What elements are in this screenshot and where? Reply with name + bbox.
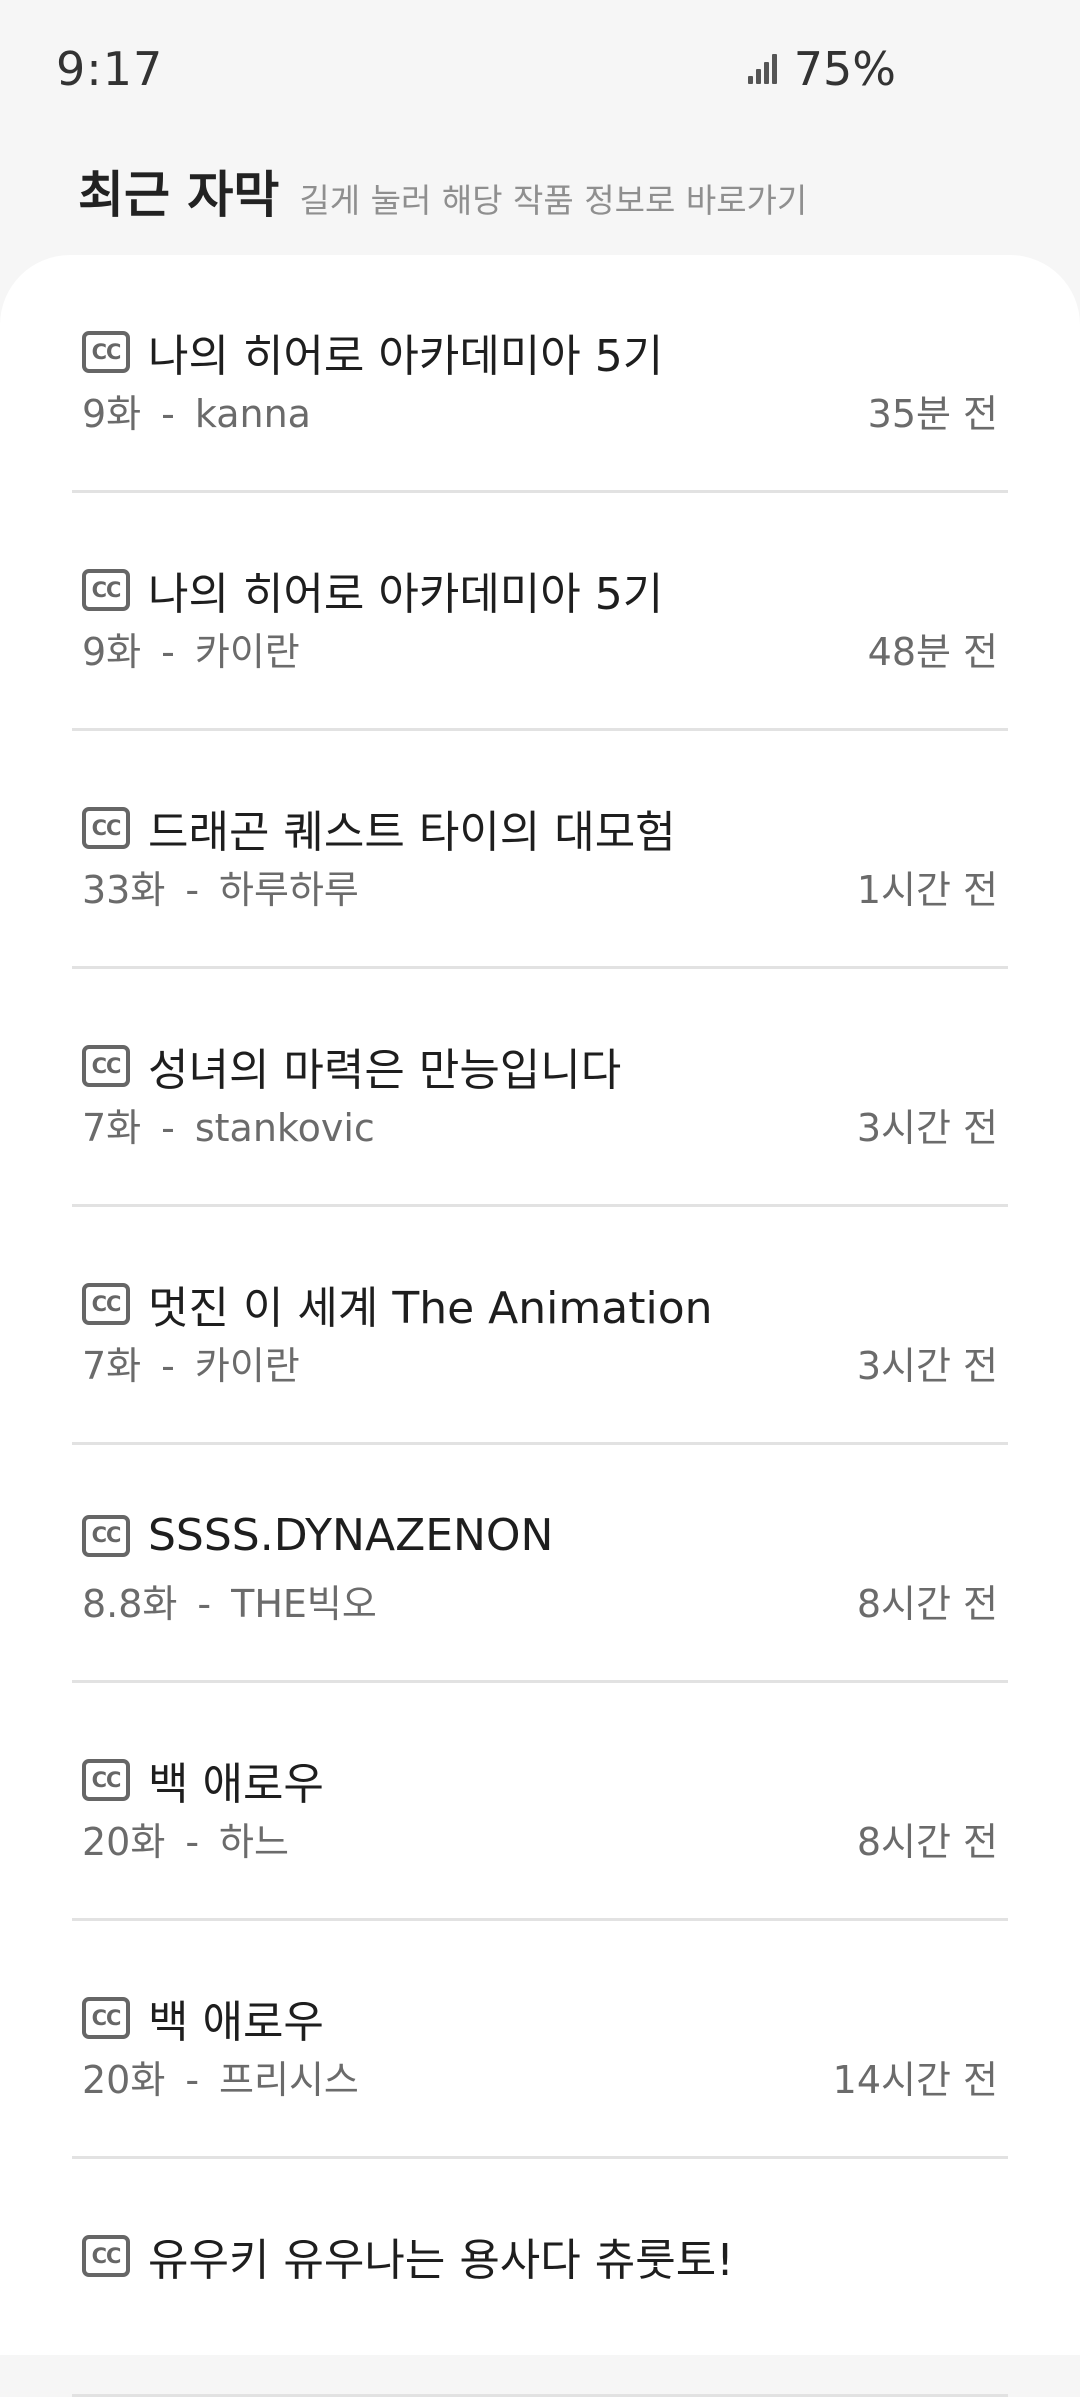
item-title: 멋진 이 세계 The Animation [148, 1283, 713, 1334]
item-title-row: CC 백 애로우 [82, 1748, 324, 1812]
item-title: 백 애로우 [148, 1997, 324, 2048]
item-author: THE빅오 [231, 1582, 377, 1626]
item-episode: 7화 [82, 1106, 142, 1150]
item-separator: - [185, 2058, 200, 2102]
item-separator: - [161, 1344, 175, 1388]
subtitle-list: CC 나의 히어로 아카데미아 5기 9화 - kanna 35분 전 CC 나의 … [72, 255, 1008, 2397]
item-title-row: CC 나의 히어로 아카데미아 5기 [82, 558, 663, 622]
cc-label: CC [91, 1291, 122, 1316]
cc-icon: CC [82, 1283, 130, 1325]
list-item[interactable]: CC 유우키 유우나는 용사다 츄룻토! [72, 2159, 1008, 2397]
item-meta: 9화 - 카이란 [82, 621, 300, 676]
cc-label: CC [91, 1523, 122, 1547]
item-time: 14시간 전 [832, 2058, 998, 2102]
subtitle-list-card: CC 나의 히어로 아카데미아 5기 9화 - kanna 35분 전 CC 나의 … [0, 255, 1080, 2397]
item-title: 성녀의 마력은 만능입니다 [148, 1045, 622, 1096]
item-title: SSSS.DYNAZENON [148, 1510, 554, 1561]
item-episode: 8.8화 [82, 1582, 178, 1626]
item-separator: - [161, 392, 175, 436]
cc-label: CC [91, 2005, 122, 2030]
item-title: 나의 히어로 아카데미아 5기 [148, 331, 664, 382]
item-title-row: CC 멋진 이 세계 The Animation [82, 1272, 713, 1336]
item-author: 하느 [219, 1820, 289, 1864]
item-title-row: CC SSSS.DYNAZENON [82, 1510, 553, 1561]
cc-icon: CC [82, 569, 130, 611]
item-author: 프리시스 [219, 2058, 359, 2102]
item-separator: - [197, 1582, 212, 1626]
item-meta: 33화 - 하루하루 [82, 859, 359, 914]
item-author: 하루하루 [219, 868, 359, 912]
item-meta [82, 2287, 122, 2331]
list-item[interactable]: CC 드래곤 퀘스트 타이의 대모험 33화 - 하루하루 1시간 전 [72, 731, 1008, 969]
cc-icon: CC [82, 1997, 130, 2039]
item-title: 유우키 유우나는 용사다 츄룻토! [148, 2235, 734, 2286]
item-author: kanna [194, 392, 311, 436]
cc-label: CC [91, 815, 122, 840]
battery-level: 75% [793, 42, 896, 96]
item-title-row: CC 나의 히어로 아카데미아 5기 [82, 320, 663, 384]
list-item[interactable]: CC 백 애로우 20화 - 프리시스 14시간 전 [72, 1921, 1008, 2159]
cc-icon: CC [82, 807, 130, 849]
cc-icon: CC [82, 1759, 130, 1801]
list-item[interactable]: CC 나의 히어로 아카데미아 5기 9화 - kanna 35분 전 [72, 255, 1008, 493]
page-header: 최근 자막 길게 눌러 해당 작품 정보로 바로가기 [78, 155, 807, 227]
cc-icon: CC [82, 1045, 130, 1087]
item-title-row: CC 유우키 유우나는 용사다 츄룻토! [82, 2224, 734, 2288]
cc-label: CC [91, 577, 122, 602]
item-separator: - [185, 1820, 200, 1864]
page-hint: 길게 눌러 해당 작품 정보로 바로가기 [299, 181, 808, 220]
item-time: 8시간 전 [856, 1820, 998, 1864]
item-meta: 8.8화 - THE빅오 [82, 1573, 377, 1628]
list-item[interactable]: CC 백 애로우 20화 - 하느 8시간 전 [72, 1683, 1008, 1921]
cc-label: CC [91, 339, 122, 364]
page-title: 최근 자막 [78, 166, 280, 224]
item-title: 백 애로우 [148, 1759, 324, 1810]
list-item[interactable]: CC 나의 히어로 아카데미아 5기 9화 - 카이란 48분 전 [72, 493, 1008, 731]
item-author: 카이란 [194, 630, 300, 674]
cc-label: CC [91, 1053, 122, 1078]
item-title-row: CC 드래곤 퀘스트 타이의 대모험 [82, 796, 676, 860]
item-separator: - [161, 630, 175, 674]
cc-label: CC [91, 2243, 122, 2268]
item-episode: 9화 [82, 630, 142, 674]
item-title: 드래곤 퀘스트 타이의 대모험 [148, 807, 676, 858]
item-episode: 33화 [82, 868, 166, 912]
list-item[interactable]: CC 멋진 이 세계 The Animation 7화 - 카이란 3시간 전 [72, 1207, 1008, 1445]
item-time: 3시간 전 [856, 1344, 998, 1388]
list-item[interactable]: CC SSSS.DYNAZENON 8.8화 - THE빅오 8시간 전 [72, 1445, 1008, 1683]
item-episode: 20화 [82, 1820, 166, 1864]
item-title-row: CC 성녀의 마력은 만능입니다 [82, 1034, 621, 1098]
item-separator: - [185, 868, 200, 912]
item-meta: 20화 - 프리시스 [82, 2049, 359, 2104]
item-meta: 7화 - stankovic [82, 1097, 375, 1152]
status-time: 9:17 [56, 42, 164, 96]
item-title-row: CC 백 애로우 [82, 1986, 324, 2050]
item-time: 35분 전 [867, 392, 998, 436]
item-meta: 7화 - 카이란 [82, 1335, 300, 1390]
item-author: 카이란 [194, 1344, 300, 1388]
item-meta: 9화 - kanna [82, 383, 311, 438]
item-episode: 9화 [82, 392, 142, 436]
item-author: stankovic [194, 1106, 375, 1150]
item-meta: 20화 - 하느 [82, 1811, 289, 1866]
item-time: 3시간 전 [856, 1106, 998, 1150]
cc-icon: CC [82, 331, 130, 373]
cc-label: CC [91, 1767, 122, 1792]
list-item[interactable]: CC 성녀의 마력은 만능입니다 7화 - stankovic 3시간 전 [72, 969, 1008, 1207]
cc-icon: CC [82, 2235, 130, 2277]
status-bar: 9:17 75% [0, 0, 1080, 150]
status-indicators: 75% [746, 42, 896, 96]
item-title: 나의 히어로 아카데미아 5기 [148, 569, 664, 620]
item-episode: 20화 [82, 2058, 166, 2102]
item-episode: 7화 [82, 1344, 142, 1388]
item-separator: - [161, 1106, 175, 1150]
item-time: 48분 전 [867, 630, 998, 674]
signal-icon [746, 52, 780, 86]
item-time: 8시간 전 [856, 1582, 998, 1626]
cc-icon: CC [82, 1514, 130, 1557]
item-time: 1시간 전 [856, 868, 998, 912]
